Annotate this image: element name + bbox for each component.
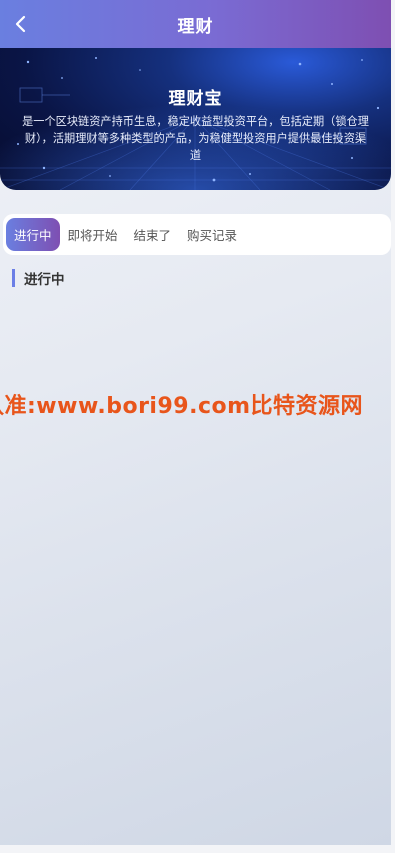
tab-purchase-records[interactable]: 购买记录 (179, 218, 245, 251)
tab-in-progress[interactable]: 进行中 (6, 218, 60, 251)
tab-ended[interactable]: 结束了 (126, 218, 180, 251)
section-header: 进行中 (12, 268, 65, 288)
section-accent-bar (12, 269, 15, 287)
banner-description: 是一个区块链资产持币生息，稳定收益型投资平台，包括定期（锁仓理财），活期理财等多… (22, 115, 369, 162)
chevron-left-icon (15, 15, 26, 33)
watermark-text: 认准:www.bori99.com比特资源网 (0, 394, 364, 419)
page-title: 理财 (177, 16, 214, 37)
banner-text-area: 理财宝 是一个区块链资产持币生息，稳定收益型投资平台，包括定期（锁仓理财），活期… (0, 48, 391, 190)
app-screen: 理财 理财宝 是一个区块链资产持币生息，稳定收益型投资平台，包括定期（锁仓理财）… (0, 0, 391, 845)
banner-title: 理财宝 (168, 89, 223, 109)
status-tab-bar: 进行中 即将开始 结束了 购买记录 (3, 214, 391, 255)
page-bottom-edge (0, 845, 395, 853)
top-nav-bar: 理财 (0, 0, 391, 48)
back-button[interactable] (6, 9, 36, 39)
page-edge (391, 0, 395, 853)
tab-upcoming[interactable]: 即将开始 (60, 218, 126, 251)
hero-banner: 理财宝 是一个区块链资产持币生息，稳定收益型投资平台，包括定期（锁仓理财），活期… (0, 48, 391, 190)
section-title: 进行中 (24, 272, 65, 288)
